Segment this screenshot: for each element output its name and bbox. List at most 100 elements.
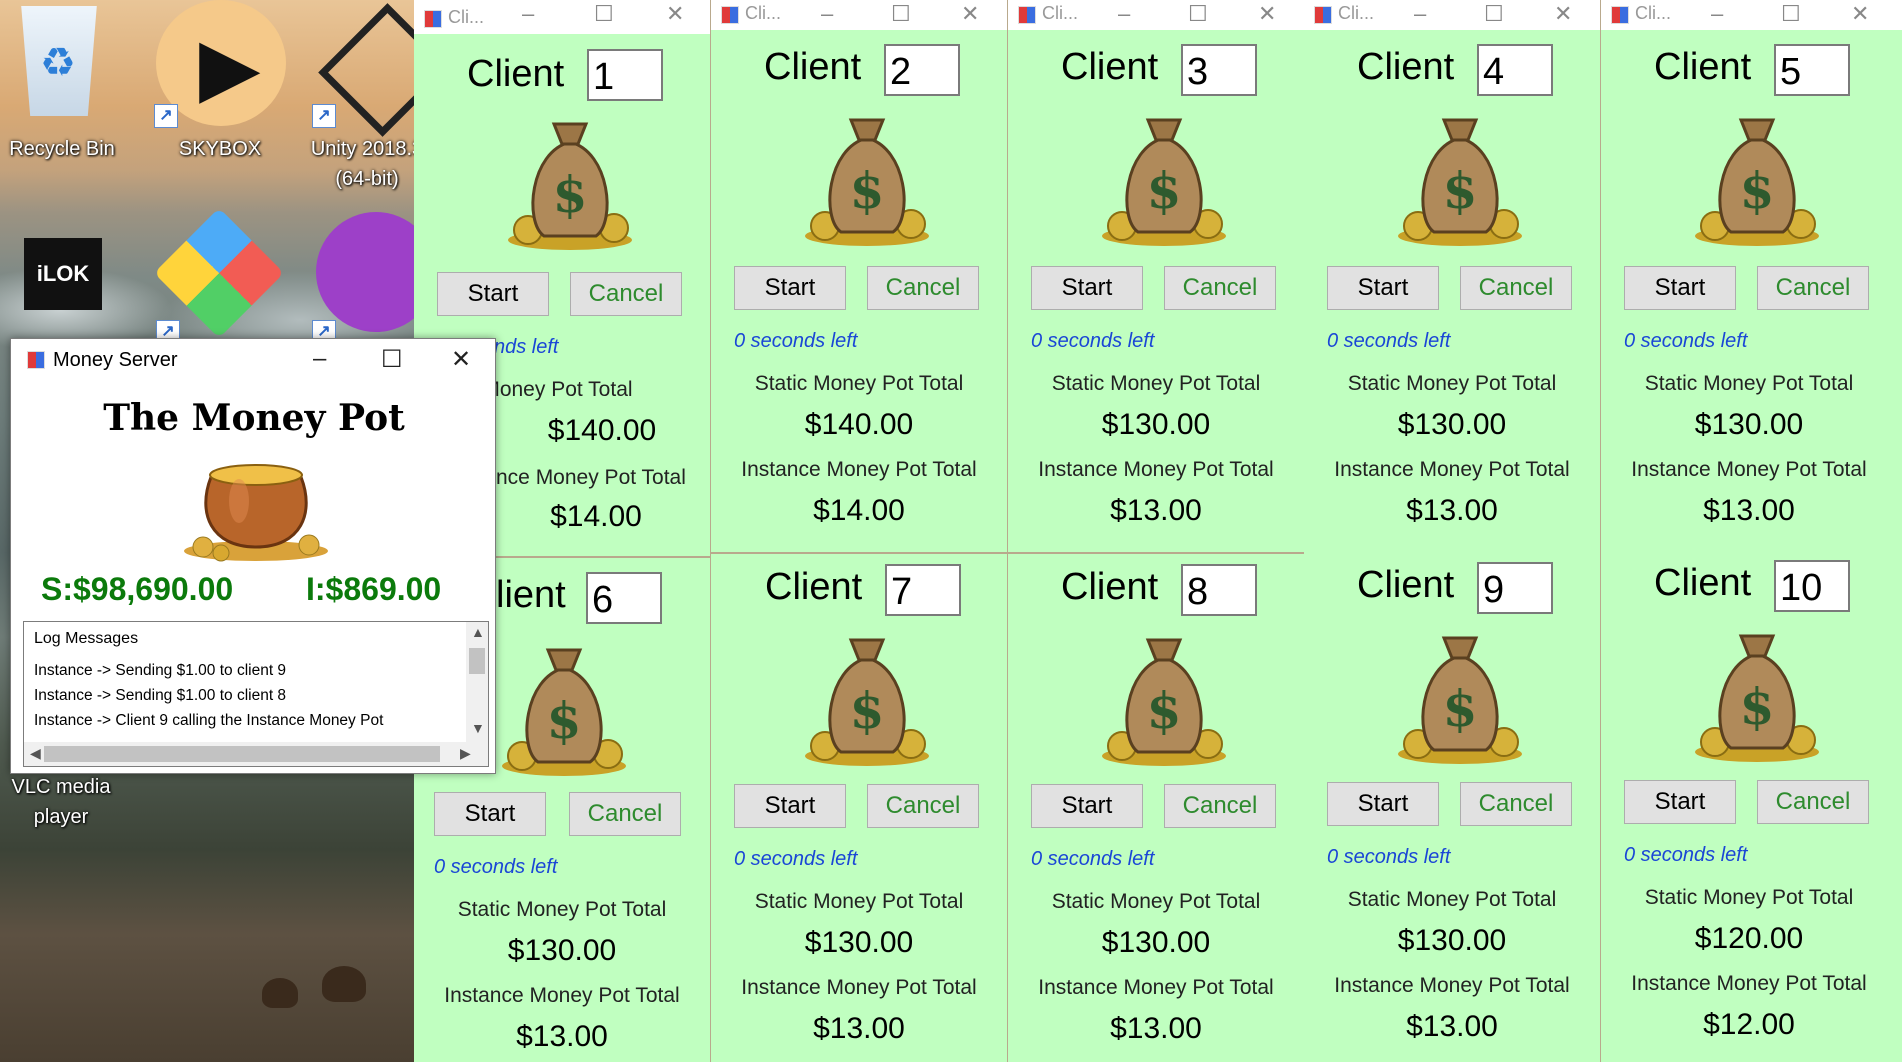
close-icon[interactable]: ✕: [1851, 1, 1869, 27]
minimize-icon[interactable]: –: [522, 1, 534, 27]
window-titlebar[interactable]: Cli... – ☐ ✕: [711, 0, 1007, 30]
cancel-button[interactable]: Cancel: [867, 266, 979, 310]
maximize-icon[interactable]: ☐: [1781, 1, 1801, 27]
close-icon[interactable]: ✕: [666, 1, 684, 27]
cancel-button[interactable]: Cancel: [1164, 266, 1276, 310]
client-label: Client: [1357, 564, 1455, 606]
client-window[interactable]: Client 10 $ Start Cancel 0 seconds left …: [1601, 550, 1902, 1062]
window-title: Cli...: [1042, 3, 1078, 23]
instance-pot-total: $13.00: [516, 1020, 608, 1053]
maximize-icon[interactable]: ☐: [594, 1, 614, 27]
start-button[interactable]: Start: [734, 784, 846, 828]
start-button[interactable]: Start: [437, 272, 549, 316]
cancel-button[interactable]: Cancel: [1460, 782, 1572, 826]
client-window[interactable]: Client 9 $ Start Cancel 0 seconds left S…: [1304, 552, 1600, 1062]
window-titlebar[interactable]: Cli... – ☐ ✕: [1008, 0, 1304, 30]
static-pot-total: $140.00: [804, 408, 914, 441]
minimize-icon[interactable]: –: [1711, 1, 1723, 27]
instance-pot-total: $13.00: [1703, 494, 1795, 527]
start-button[interactable]: Start: [1031, 784, 1143, 828]
client-window[interactable]: Cli... – ☐ ✕ Client 2 $ Start Cancel 0 s…: [711, 0, 1007, 552]
client-window[interactable]: Client 8 $ Start Cancel 0 seconds left S…: [1008, 554, 1304, 1062]
money-bag-icon: $: [1695, 634, 1819, 762]
shortcut-arrow-icon: ↗: [312, 104, 336, 128]
instance-pot-total: $14.00: [813, 494, 905, 527]
money-bag-icon: $: [508, 122, 632, 250]
desktop-icon-label: Unity 2018.3: [310, 138, 424, 160]
scroll-right-icon[interactable]: ▶: [460, 745, 471, 762]
instance-pot-total: $13.00: [1406, 1010, 1498, 1043]
minimize-icon[interactable]: –: [821, 1, 833, 27]
window-titlebar[interactable]: Cli... – ☐ ✕: [1304, 0, 1600, 30]
money-server-window[interactable]: Money Server – ☐ ✕ The Money Pot S:$98,6…: [10, 338, 496, 774]
instance-pot-label: Instance Money Pot Total: [1334, 974, 1570, 997]
scroll-up-icon[interactable]: ▲: [471, 624, 485, 640]
pot-of-gold-icon: [184, 464, 328, 562]
client-number-input[interactable]: 2: [884, 44, 960, 96]
close-icon[interactable]: ✕: [1554, 1, 1572, 27]
seconds-left-text: 0 seconds left: [1031, 848, 1155, 870]
client-label: Client: [764, 46, 862, 88]
cancel-button[interactable]: Cancel: [1164, 784, 1276, 828]
scroll-down-icon[interactable]: ▼: [471, 720, 485, 736]
svg-text:$: $: [1147, 161, 1182, 220]
client-number-input[interactable]: 10: [1774, 560, 1850, 612]
maximize-icon[interactable]: ☐: [1188, 1, 1208, 27]
scroll-thumb[interactable]: [44, 746, 440, 762]
maximize-icon[interactable]: ☐: [1484, 1, 1504, 27]
svg-text:$: $: [850, 161, 885, 220]
maximize-icon[interactable]: ☐: [891, 1, 911, 27]
client-number-input[interactable]: 9: [1477, 562, 1553, 614]
cancel-button[interactable]: Cancel: [867, 784, 979, 828]
scroll-thumb[interactable]: [469, 648, 485, 674]
close-icon[interactable]: ✕: [451, 345, 471, 374]
minimize-icon[interactable]: –: [1414, 1, 1426, 27]
client-window[interactable]: Cli... – ☐ ✕ Client 5 $ Start Cancel 0 s…: [1601, 0, 1902, 552]
cancel-button[interactable]: Cancel: [569, 792, 681, 836]
client-label: lient: [496, 574, 566, 616]
instance-pot-total: $13.00: [1110, 494, 1202, 527]
start-button[interactable]: Start: [434, 792, 546, 836]
minimize-icon[interactable]: –: [1118, 1, 1130, 27]
start-button[interactable]: Start: [1031, 266, 1143, 310]
ilok-icon[interactable]: iLOK: [24, 238, 102, 310]
log-messages-list[interactable]: Log Messages Instance -> Sending $1.00 t…: [23, 621, 489, 767]
client-window[interactable]: Cli... – ☐ ✕ Client 4 $ Start Cancel 0 s…: [1304, 0, 1600, 552]
app-icon: [424, 10, 442, 28]
start-button[interactable]: Start: [1624, 780, 1736, 824]
window-titlebar[interactable]: Money Server – ☐ ✕: [11, 339, 495, 383]
client-number-input[interactable]: 6: [586, 572, 662, 624]
close-icon[interactable]: ✕: [961, 1, 979, 27]
scroll-left-icon[interactable]: ◀: [30, 745, 41, 762]
close-icon[interactable]: ✕: [1258, 1, 1276, 27]
start-button[interactable]: Start: [1624, 266, 1736, 310]
client-number-input[interactable]: 7: [885, 564, 961, 616]
maximize-icon[interactable]: ☐: [381, 345, 403, 374]
cancel-button[interactable]: Cancel: [1757, 780, 1869, 824]
static-pot-total: $130.00: [1397, 924, 1507, 957]
cancel-button[interactable]: Cancel: [570, 272, 682, 316]
cancel-button[interactable]: Cancel: [1460, 266, 1572, 310]
client-window[interactable]: Client 7 $ Start Cancel 0 seconds left S…: [711, 554, 1007, 1062]
static-pot-total: $130.00: [1694, 408, 1804, 441]
window-titlebar[interactable]: Cli... – ☐ ✕: [414, 0, 710, 34]
cancel-button[interactable]: Cancel: [1757, 266, 1869, 310]
static-pot-label: Static Money Pot Total: [1051, 890, 1261, 913]
client-number-input[interactable]: 1: [587, 49, 663, 101]
instance-pot-total: $13.00: [1406, 494, 1498, 527]
client-number-input[interactable]: 5: [1774, 44, 1850, 96]
client-number-input[interactable]: 8: [1181, 564, 1257, 616]
money-bag-icon: $: [1102, 638, 1226, 766]
client-window[interactable]: Cli... – ☐ ✕ Client 3 $ Start Cancel 0 s…: [1008, 0, 1304, 552]
minimize-icon[interactable]: –: [313, 345, 326, 373]
instance-pot-label: Instance Money Pot Total: [741, 976, 977, 999]
vertical-scrollbar[interactable]: ▲ ▼: [466, 622, 488, 742]
client-label: Client: [1357, 46, 1455, 88]
start-button[interactable]: Start: [1327, 266, 1439, 310]
start-button[interactable]: Start: [734, 266, 846, 310]
horizontal-scrollbar[interactable]: ◀ ▶: [24, 742, 488, 766]
client-number-input[interactable]: 4: [1477, 44, 1553, 96]
client-number-input[interactable]: 3: [1181, 44, 1257, 96]
start-button[interactable]: Start: [1327, 782, 1439, 826]
window-titlebar[interactable]: Cli... – ☐ ✕: [1601, 0, 1902, 30]
